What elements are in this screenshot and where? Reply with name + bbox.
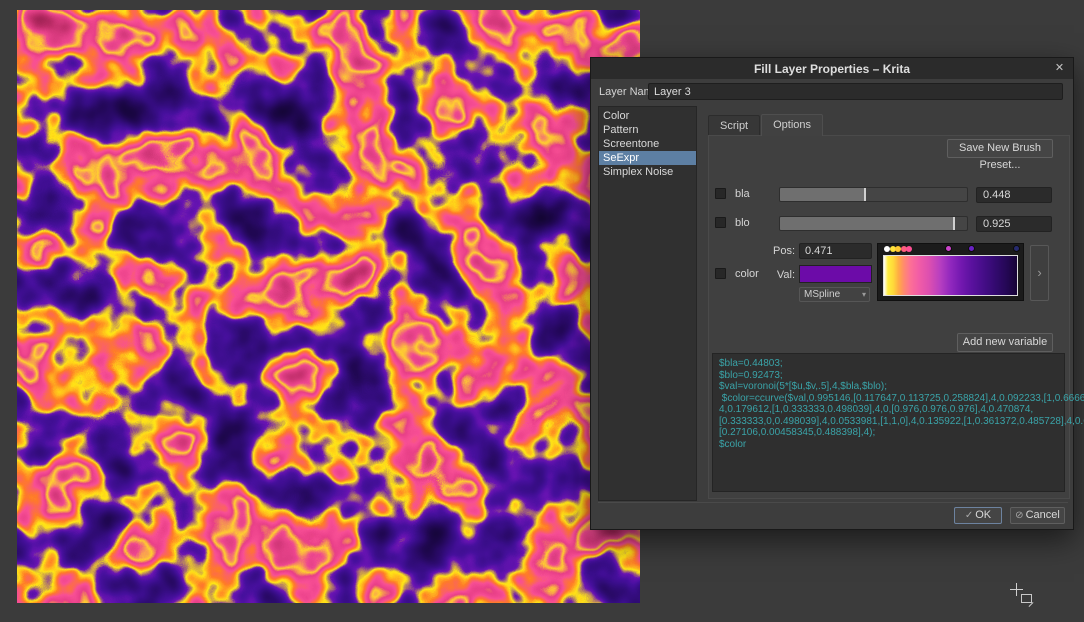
- cancel-icon: ⊘: [1015, 510, 1023, 521]
- blo-slider-handle[interactable]: [953, 217, 955, 230]
- val-label: Val:: [761, 269, 795, 281]
- seexpr-noise-render: [17, 10, 640, 603]
- button-box-separator: [598, 502, 1068, 503]
- transform-cursor-icon: [1021, 594, 1032, 603]
- generator-item-simplex-noise[interactable]: Simplex Noise: [599, 165, 696, 179]
- bla-slider-handle[interactable]: [864, 188, 866, 201]
- cancel-button-label: Cancel: [1026, 509, 1060, 521]
- dialog-title: Fill Layer Properties – Krita: [754, 62, 910, 76]
- gradient-stop-marker[interactable]: [945, 245, 952, 252]
- blo-value-spinbox[interactable]: 0.925: [976, 216, 1052, 232]
- seexpr-tabbar: Script Options: [708, 114, 824, 136]
- tab-script[interactable]: Script: [708, 115, 760, 136]
- script-line: $color: [719, 439, 1058, 451]
- dialog-titlebar[interactable]: Fill Layer Properties – Krita ✕: [591, 58, 1073, 79]
- gradient-markers: [883, 245, 1018, 254]
- seexpr-script-output[interactable]: $bla=0.44803; $blo=0.92473; $val=voronoi…: [712, 353, 1065, 492]
- color-label: color: [735, 268, 759, 280]
- bla-slider-fill: [780, 188, 864, 201]
- gradient-stop-marker[interactable]: [906, 246, 912, 252]
- script-line: [0.27106,0.00458345,0.488398],4);: [719, 427, 1058, 439]
- script-line: 4,0.179612,[1,0.333333,0.498039],4,0,[0.…: [719, 404, 1058, 416]
- bla-label: bla: [735, 188, 750, 200]
- pos-label: Pos:: [761, 245, 795, 257]
- bla-slider[interactable]: [779, 187, 968, 202]
- layer-name-input[interactable]: [648, 83, 1063, 100]
- add-new-variable-button[interactable]: Add new variable: [957, 333, 1053, 352]
- bla-value-spinbox[interactable]: 0.448: [976, 187, 1052, 203]
- gradient-stop-marker[interactable]: [968, 245, 975, 252]
- generator-item-screentone[interactable]: Screentone: [599, 137, 696, 151]
- bla-checkbox[interactable]: [715, 188, 726, 199]
- gradient-next-button[interactable]: ›: [1030, 245, 1049, 301]
- val-color-swatch[interactable]: [799, 265, 872, 283]
- generator-list: Color Pattern Screentone SeExpr Simplex …: [598, 106, 697, 501]
- ok-button[interactable]: ✓OK: [954, 507, 1002, 524]
- fill-layer-properties-dialog: Fill Layer Properties – Krita ✕ Layer Na…: [590, 57, 1074, 530]
- interpolation-combo[interactable]: MSpline ▾: [799, 287, 870, 302]
- generator-item-color[interactable]: Color: [599, 109, 696, 123]
- blo-checkbox[interactable]: [715, 217, 726, 228]
- pos-field[interactable]: 0.471: [799, 243, 872, 259]
- blo-label: blo: [735, 217, 750, 229]
- ok-button-label: OK: [975, 509, 991, 521]
- save-new-brush-preset-button[interactable]: Save New Brush Preset...: [947, 139, 1053, 158]
- color-checkbox[interactable]: [715, 268, 726, 279]
- interpolation-combo-value: MSpline: [804, 289, 840, 300]
- generator-item-pattern[interactable]: Pattern: [599, 123, 696, 137]
- script-line: $val=voronoi(5*[$u,$v,.5],4,$bla,$blo);: [719, 381, 1058, 393]
- close-icon[interactable]: ✕: [1052, 61, 1067, 76]
- cancel-button[interactable]: ⊘Cancel: [1010, 507, 1065, 524]
- blo-slider-fill: [780, 217, 953, 230]
- gradient-bar[interactable]: [883, 255, 1018, 296]
- script-line: $blo=0.92473;: [719, 370, 1058, 382]
- krita-window: Fill Layer Properties – Krita ✕ Layer Na…: [0, 0, 1084, 622]
- check-icon: ✓: [965, 510, 973, 521]
- chevron-down-icon: ▾: [862, 288, 866, 301]
- script-line: $color=ccurve($val,0.995146,[0.117647,0.…: [719, 393, 1058, 405]
- options-tab-panel: Save New Brush Preset... bla 0.448 blo 0…: [708, 135, 1070, 499]
- tab-options[interactable]: Options: [761, 114, 823, 136]
- canvas-image[interactable]: [17, 10, 640, 603]
- gradient-stop-marker[interactable]: [1013, 245, 1020, 252]
- generator-item-seexpr[interactable]: SeExpr: [599, 151, 696, 165]
- script-line: $bla=0.44803;: [719, 358, 1058, 370]
- script-line: [0.333333,0,0.498039],4,0.0533981,[1,1,0…: [719, 416, 1058, 428]
- gradient-editor[interactable]: [877, 243, 1024, 301]
- blo-slider[interactable]: [779, 216, 968, 231]
